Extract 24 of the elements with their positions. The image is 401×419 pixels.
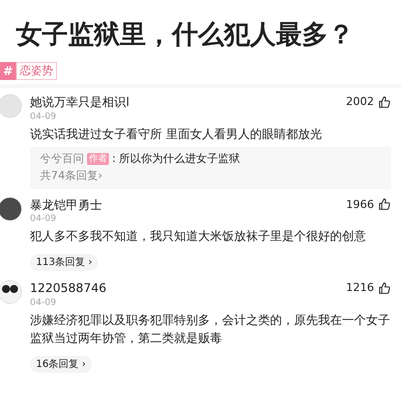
reply-text: : 所以你为什么进女子监狱 xyxy=(112,150,240,166)
like-count: 2002 xyxy=(346,94,374,110)
comment-text: 涉嫌经济犯罪以及职务犯罪特别多，会计之类的，原先我在一个女子监狱当过两年协管，第二类就是贩毒 xyxy=(30,312,391,346)
comment-date: 04-09 xyxy=(30,213,58,225)
username[interactable]: 1220588746 xyxy=(30,280,106,296)
comment-text: 说实话我进过女子看守所 里面女人看男人的眼睛都放光 xyxy=(30,126,323,142)
like-count: 1216 xyxy=(346,280,374,296)
page-title: 女子监狱里，什么犯人最多？ xyxy=(15,19,355,52)
thumbs-up-icon[interactable] xyxy=(378,198,391,212)
thumbs-up-icon[interactable] xyxy=(378,282,391,295)
like-count: 1966 xyxy=(346,196,374,212)
author-badge: 作者 xyxy=(87,152,109,165)
hashtag-icon: # xyxy=(0,62,16,80)
username[interactable]: 暴龙铠甲勇士 xyxy=(30,196,102,213)
username[interactable]: 她说万幸只是相识l xyxy=(30,94,130,110)
comment-date: 04-09 xyxy=(30,110,58,122)
view-replies-button[interactable]: 16条回复 › xyxy=(30,356,92,372)
thumbs-up-icon[interactable] xyxy=(378,96,391,109)
comment-date: 04-09 xyxy=(30,296,58,308)
topic-tag[interactable]: 恋姿势 xyxy=(16,62,58,80)
comment-text: 犯人多不多我不知道，我只知道大米饭放袜子里是个很好的创意 xyxy=(30,228,367,245)
avatar[interactable] xyxy=(0,196,22,220)
view-replies-button[interactable]: 113条回复 › xyxy=(30,254,98,271)
avatar[interactable] xyxy=(0,280,22,304)
